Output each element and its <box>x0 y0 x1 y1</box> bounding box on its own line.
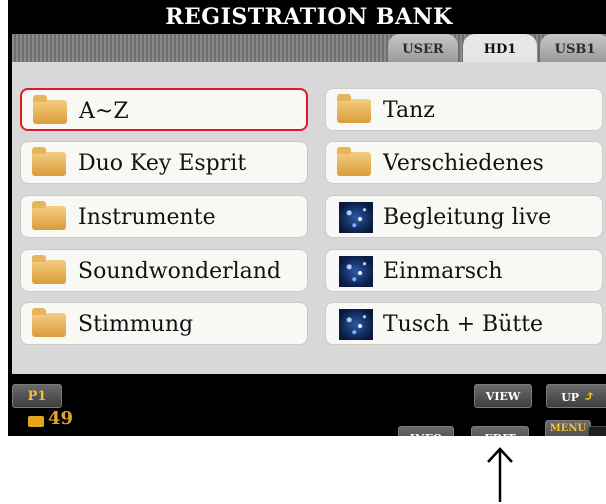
item-label: Duo Key Esprit <box>78 151 247 176</box>
folder-icon <box>32 255 66 284</box>
page-p1-button[interactable]: P1 <box>12 384 62 408</box>
folder-icon <box>337 147 371 176</box>
folder-icon <box>33 95 67 124</box>
menu-1-button[interactable]: MENU 1 <box>545 420 591 436</box>
up-button[interactable]: UP ⤴ <box>546 384 606 408</box>
registration-file-icon <box>339 256 373 287</box>
folder-icon <box>32 147 66 176</box>
item-label: Verschiedenes <box>383 151 544 176</box>
item-label: A~Z <box>79 99 129 124</box>
hidden-button <box>588 426 606 436</box>
item-label: Instrumente <box>78 205 216 230</box>
folder-count-icon <box>28 416 44 427</box>
info-button[interactable]: INFO <box>398 426 454 436</box>
item-label: Tanz <box>383 98 435 123</box>
registration-file-icon <box>339 202 373 233</box>
screen-title: REGISTRATION BANK <box>165 4 453 30</box>
folder-item-duo-key-esprit[interactable]: Duo Key Esprit <box>20 141 308 184</box>
tab-user[interactable]: USER <box>388 34 458 62</box>
registration-file-icon <box>339 309 373 340</box>
menu-button-number: 1 <box>546 435 590 436</box>
folder-item-verschiedenes[interactable]: Verschiedenes <box>325 141 603 184</box>
up-button-label: UP <box>561 391 580 404</box>
folder-item-stimmung[interactable]: Stimmung <box>20 302 308 345</box>
pointer-arrow-icon <box>487 447 513 502</box>
file-item-einmarsch[interactable]: Einmarsch <box>325 249 603 292</box>
tab-hd1[interactable]: HD1 <box>463 34 537 62</box>
file-item-begleitung-live[interactable]: Begleitung live <box>325 195 603 238</box>
folder-icon <box>337 94 371 123</box>
up-arrow-icon: ⤴ <box>583 389 595 405</box>
folder-item-tanz[interactable]: Tanz <box>325 88 603 131</box>
tab-usb1[interactable]: USB1 <box>540 34 606 62</box>
folder-item-instrumente[interactable]: Instrumente <box>20 195 308 238</box>
view-button[interactable]: VIEW <box>474 384 532 408</box>
folder-item-a-z[interactable]: A~Z <box>20 88 308 131</box>
item-label: Einmarsch <box>383 259 503 284</box>
folder-icon <box>32 308 66 337</box>
item-label: Soundwonderland <box>78 259 282 284</box>
item-label: Begleitung live <box>383 205 552 230</box>
folder-item-soundwonderland[interactable]: Soundwonderland <box>20 249 308 292</box>
file-item-tusch-butte[interactable]: Tusch + Bütte <box>325 302 603 345</box>
folder-count: 49 <box>48 408 74 429</box>
menu-button-label: MENU <box>549 423 587 434</box>
folder-icon <box>32 201 66 230</box>
item-label: Stimmung <box>78 312 194 337</box>
edit-button[interactable]: EDIT <box>471 426 529 436</box>
item-label: Tusch + Bütte <box>383 312 544 337</box>
registration-bank-screen: REGISTRATION BANK USER HD1 USB1 A~Z Duo … <box>8 0 606 436</box>
file-list-panel: A~Z Duo Key Esprit Instrumente Soundwond… <box>12 62 606 429</box>
